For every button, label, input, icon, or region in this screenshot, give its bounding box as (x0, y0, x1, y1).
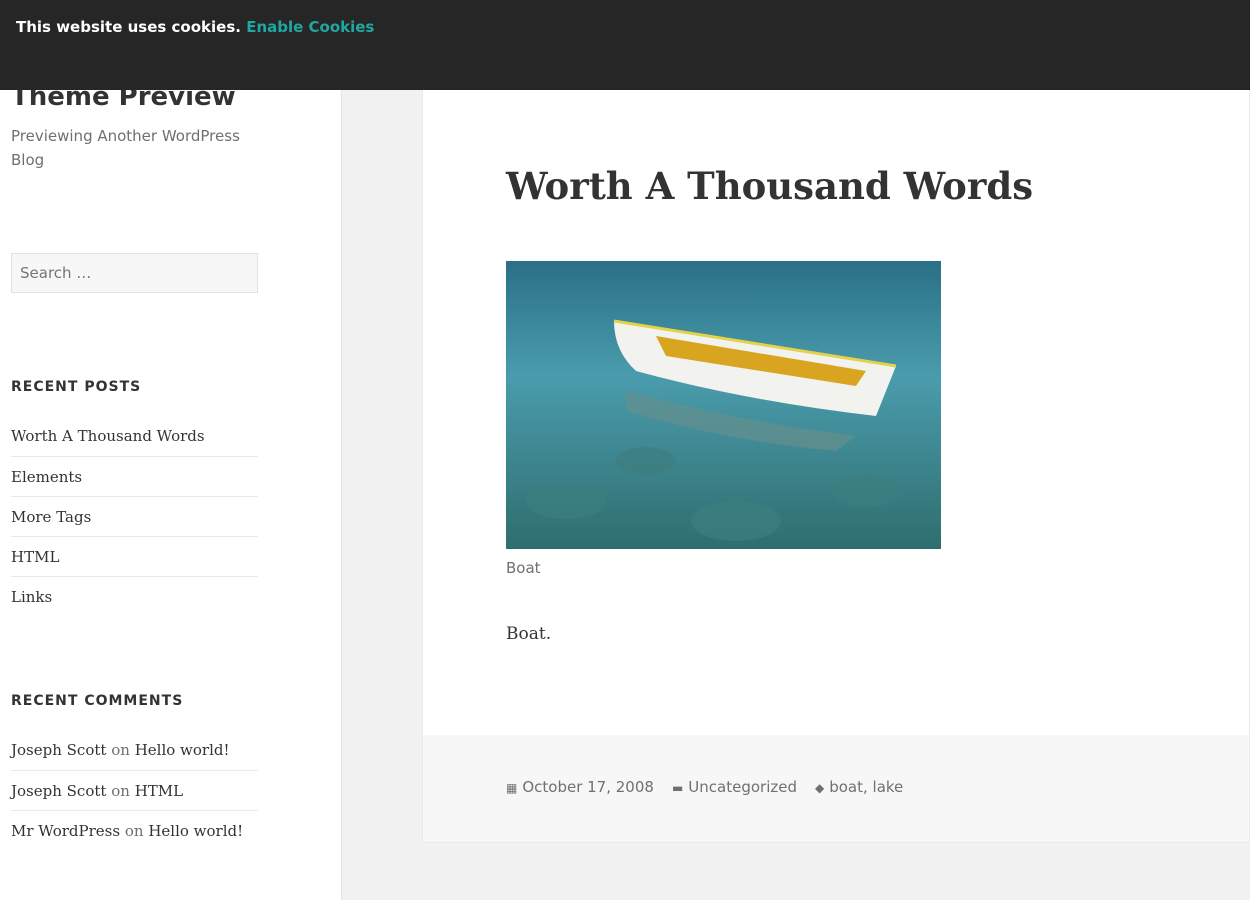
recent-post-link[interactable]: Elements (11, 456, 258, 496)
site-description: Previewing Another WordPress Blog (11, 127, 240, 169)
post-body: Boat. (506, 624, 552, 644)
comment-post-link[interactable]: HTML (135, 782, 183, 800)
recent-comments-title: RECENT COMMENTS (11, 693, 184, 709)
comment-author[interactable]: Joseph Scott (11, 782, 106, 800)
recent-comments-list: Joseph Scott on Hello world! Joseph Scot… (11, 730, 258, 850)
post-title[interactable]: Worth A Thousand Words (506, 164, 1033, 208)
comment-item: Mr WordPress on Hello world! (11, 810, 258, 850)
comment-author[interactable]: Mr WordPress (11, 822, 120, 840)
enable-cookies-link[interactable]: Enable Cookies (246, 18, 374, 36)
post-footer: ▦ October 17, 2008 ▬ Uncategorized ◆ boat, … (423, 735, 1249, 842)
image-caption: Boat (506, 559, 541, 577)
boat-image[interactable] (506, 261, 941, 549)
recent-posts-title: RECENT POSTS (11, 379, 142, 395)
cookie-banner: This website uses cookies. Enable Cookie… (0, 0, 1250, 90)
sidebar: Theme Preview Previewing Another WordPre… (0, 0, 342, 900)
comment-post-link[interactable]: Hello world! (135, 741, 230, 759)
calendar-icon: ▦ (506, 781, 518, 795)
cookie-message: This website uses cookies. (16, 18, 241, 36)
comment-on: on (111, 782, 130, 800)
post-date-link[interactable]: October 17, 2008 (522, 778, 654, 796)
comment-on: on (124, 822, 144, 840)
post-tags[interactable]: ◆ boat, lake (815, 778, 903, 796)
comment-author[interactable]: Joseph Scott (11, 741, 106, 759)
search-input[interactable] (11, 253, 258, 293)
tag-icon: ◆ (815, 781, 825, 795)
folder-icon: ▬ (671, 781, 684, 795)
recent-post-link[interactable]: Worth A Thousand Words (11, 416, 258, 456)
post-date[interactable]: ▦ October 17, 2008 (506, 778, 654, 796)
post-article: Worth A Thousand Words Boat Boat. ▦ Octob… (423, 0, 1249, 842)
recent-post-link[interactable]: More Tags (11, 496, 258, 536)
comment-post-link[interactable]: Hello world! (148, 822, 243, 840)
recent-post-link[interactable]: Links (11, 576, 258, 616)
post-category[interactable]: ▬ Uncategorized (672, 778, 797, 796)
category-link[interactable]: Uncategorized (688, 778, 797, 796)
recent-post-link[interactable]: HTML (11, 536, 258, 576)
comment-item: Joseph Scott on HTML (11, 770, 258, 810)
comment-on: on (111, 741, 130, 759)
comment-item: Joseph Scott on Hello world! (11, 730, 258, 770)
recent-posts-list: Worth A Thousand Words Elements More Tag… (11, 416, 258, 616)
tags-links[interactable]: boat, lake (829, 778, 903, 796)
